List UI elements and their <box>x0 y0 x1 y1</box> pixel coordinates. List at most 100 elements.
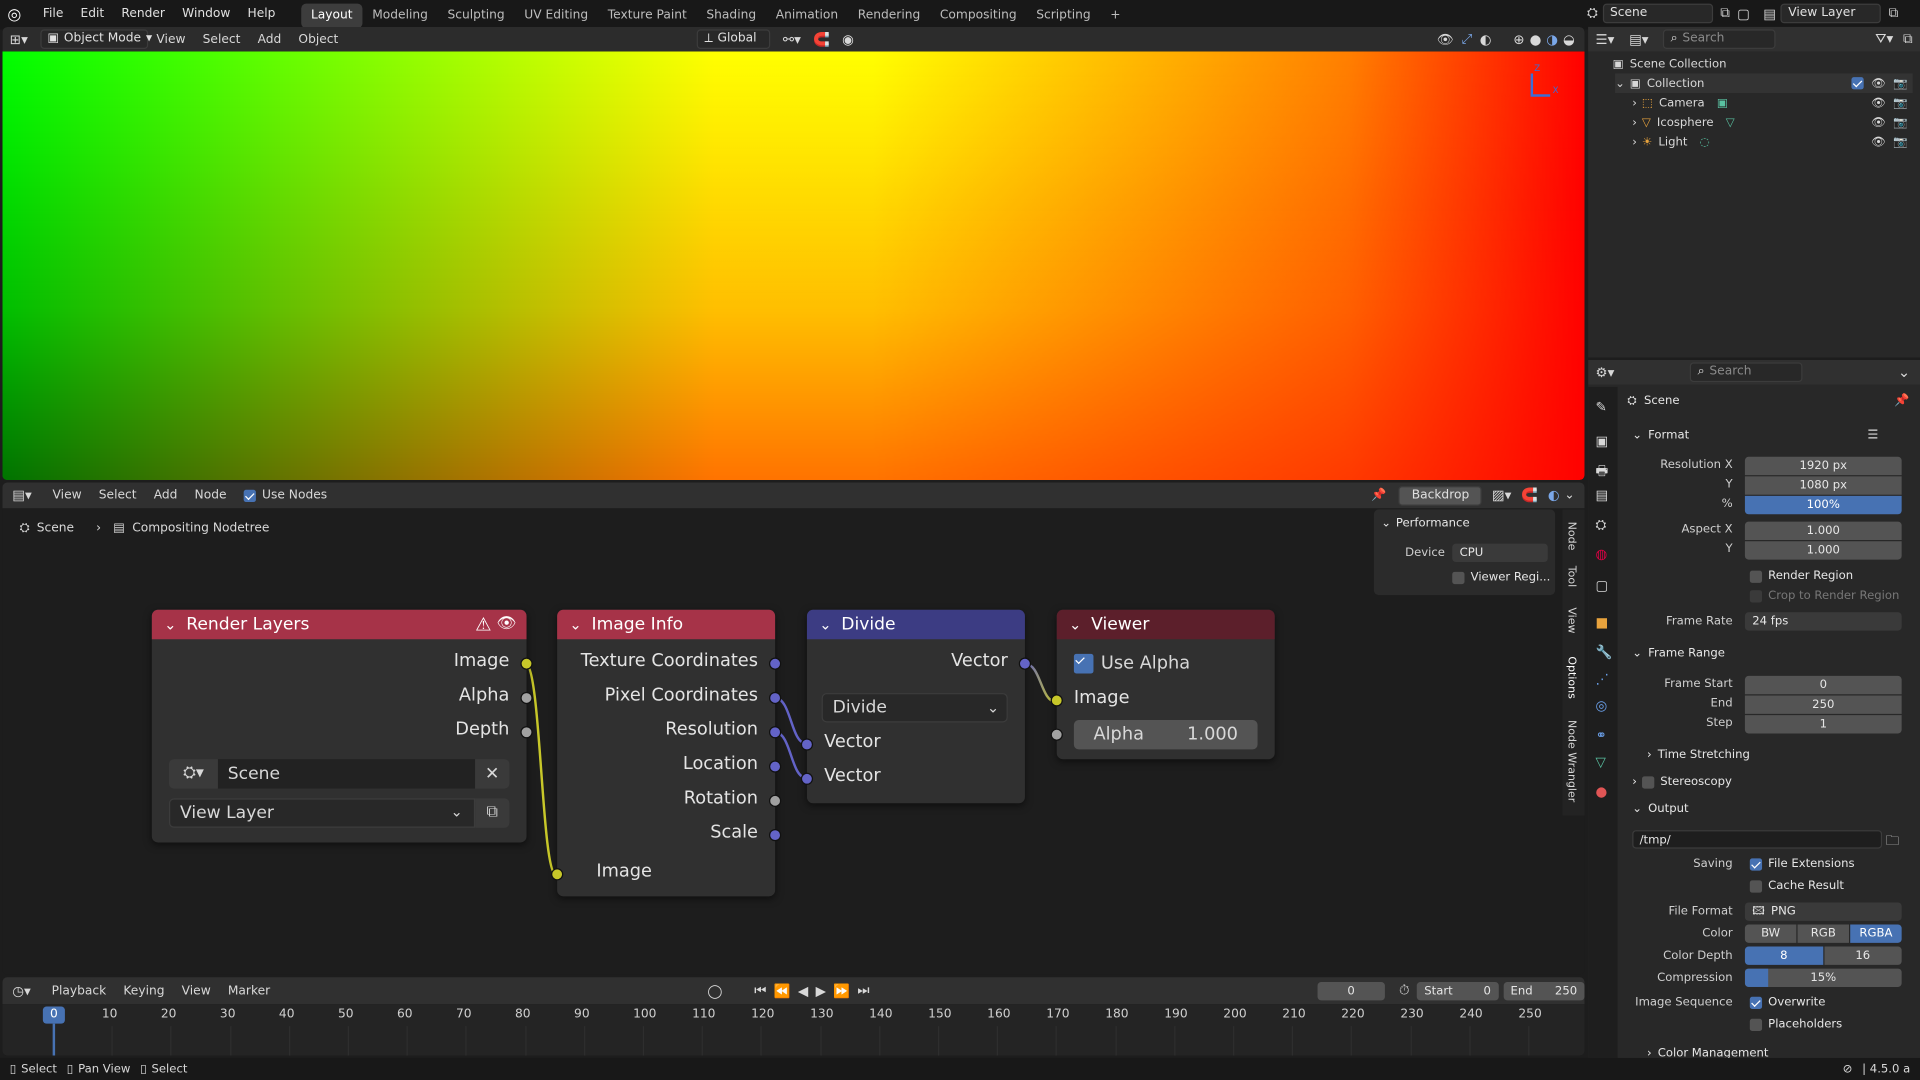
frame-start-field[interactable]: 0 <box>1744 675 1902 695</box>
timeline-menu-view[interactable]: View <box>173 978 219 1004</box>
prev-keyframe-icon[interactable]: ⏪ <box>774 983 791 999</box>
tab-modeling[interactable]: Modeling <box>362 4 437 28</box>
cache-result-box[interactable] <box>1749 879 1763 893</box>
divide-header[interactable]: ⌄ Divide <box>806 609 1025 640</box>
stopwatch-icon[interactable]: ⏱ <box>1399 982 1410 999</box>
ii-resolution-socket[interactable] <box>768 726 782 739</box>
camera-render-icon[interactable]: 📷 <box>1893 116 1908 129</box>
camera-render-icon[interactable]: 📷 <box>1893 96 1908 109</box>
outliner-object-camera[interactable]: › ⬚ Camera ▣ 👁 📷 <box>1632 93 1912 113</box>
object-tab-icon[interactable]: ■ <box>1596 615 1609 631</box>
properties-search-input[interactable]: ⌕ Search <box>1690 362 1803 383</box>
menu-help[interactable]: Help <box>239 0 284 29</box>
new-view-layer-icon[interactable]: ⧉ <box>1889 5 1899 22</box>
editor-type-icon[interactable]: ⊞▾ <box>10 31 28 47</box>
compression-slider[interactable]: 15% <box>1744 968 1902 987</box>
overlay-icon[interactable]: ◐ <box>1480 31 1492 47</box>
color-bw-button[interactable]: BW <box>1744 924 1797 943</box>
modifier-tab-icon[interactable]: 🔧 <box>1596 644 1613 660</box>
tab-animation[interactable]: Animation <box>766 4 848 28</box>
current-frame-field[interactable]: 0 <box>1317 981 1385 1000</box>
display-mode-icon[interactable]: ▤▾ <box>1629 31 1648 47</box>
divide-output-socket[interactable] <box>1018 657 1032 670</box>
use-alpha-checkbox[interactable]: Use Alpha <box>1073 653 1190 674</box>
image-info-header[interactable]: ⌄ Image Info <box>557 609 776 640</box>
rl-scene-name[interactable]: Scene <box>217 759 476 789</box>
jump-end-icon[interactable]: ⏭ <box>857 982 869 999</box>
image-info-node[interactable]: ⌄ Image Info Texture Coordinates Pixel C… <box>551 609 782 897</box>
resolution-y-field[interactable]: 1080 px <box>1744 476 1902 495</box>
depth-8-button[interactable]: 8 <box>1744 946 1823 965</box>
output-tab-icon[interactable]: 🖶 <box>1596 460 1609 483</box>
filter-icon[interactable]: ⛛▾ <box>1875 31 1893 48</box>
viewer-alpha-socket[interactable] <box>1050 728 1063 741</box>
crop-region-box[interactable] <box>1749 589 1763 602</box>
divide-node[interactable]: ⌄ Divide Vector Divide ⌄ Vector Vector <box>800 609 1032 804</box>
viewport-menu-object[interactable]: Object <box>290 27 347 52</box>
eye-icon[interactable]: 👁 <box>1871 116 1886 129</box>
axis-gizmo[interactable]: Z X <box>1528 64 1560 97</box>
ii-scale-socket[interactable] <box>768 828 782 842</box>
stereoscopy-checkbox[interactable] <box>1641 775 1655 788</box>
tab-sculpting[interactable]: Sculpting <box>438 4 515 28</box>
tab-uv-editing[interactable]: UV Editing <box>515 4 598 28</box>
record-icon[interactable]: ◯ <box>707 983 722 999</box>
playhead-marker[interactable]: 0 <box>42 1006 65 1024</box>
collapse-chevron-icon[interactable]: ⌄ <box>569 610 581 639</box>
ii-pixel-coords-socket[interactable] <box>768 691 782 705</box>
shading-solid-icon[interactable]: ● <box>1530 31 1542 47</box>
resolution-x-field[interactable]: 1920 px <box>1744 456 1902 476</box>
ii-image-input-socket[interactable] <box>551 868 564 881</box>
expand-chevron-icon[interactable]: › <box>1632 135 1637 148</box>
resolution-pct-field[interactable]: 100% <box>1744 495 1902 515</box>
presets-icon[interactable]: ☰ <box>1867 429 1878 442</box>
scene-tab-icon[interactable]: ⛭ <box>1596 517 1607 534</box>
timeline-menu-marker[interactable]: Marker <box>219 978 278 1004</box>
tab-shading[interactable]: Shading <box>697 4 766 28</box>
stereoscopy-section[interactable]: › Stereoscopy <box>1632 775 1732 788</box>
aspect-y-field[interactable]: 1.000 <box>1744 541 1902 560</box>
rl-view-layer-selector[interactable]: View Layer ⌄ ⧉ <box>168 798 510 828</box>
gizmo-icon[interactable]: ⤢ <box>1461 31 1472 48</box>
view-layer-selector[interactable]: View Layer <box>1780 3 1882 24</box>
viewer-node[interactable]: ⌄ Viewer Use Alpha Image Alpha 1.000 <box>1050 609 1275 760</box>
ii-rotation-socket[interactable] <box>768 794 782 807</box>
collapse-chevron-icon[interactable]: ⌄ <box>819 610 831 639</box>
blender-logo-icon[interactable]: ◎ <box>7 6 34 24</box>
output-section-header[interactable]: ⌄ Output <box>1632 802 1688 815</box>
eye-icon[interactable]: 👁 <box>1871 96 1886 109</box>
timeline-type-icon[interactable]: ◷▾ <box>12 983 31 999</box>
orientation-dropdown[interactable]: ⟂ Global <box>697 29 771 49</box>
overwrite-checkbox[interactable]: Overwrite <box>1749 996 1825 1009</box>
frame-step-field[interactable]: 1 <box>1744 715 1902 734</box>
next-keyframe-icon[interactable]: ⏩ <box>833 983 850 999</box>
output-path-field[interactable]: /tmp/ <box>1632 830 1883 849</box>
rl-image-socket[interactable] <box>520 657 533 670</box>
end-frame-field[interactable]: End 250 <box>1503 981 1585 1000</box>
pivot-icon[interactable]: ⚯▾ <box>783 31 801 47</box>
shading-rendered-icon[interactable]: ◒ <box>1563 31 1575 47</box>
file-format-dropdown[interactable]: 🖾 PNG <box>1744 902 1902 921</box>
object-mode-dropdown[interactable]: ▣ Object Mode ▾ <box>40 29 152 49</box>
properties-type-icon[interactable]: ⚙▾ <box>1596 364 1615 380</box>
file-extensions-checkbox[interactable]: File Extensions <box>1749 857 1855 871</box>
outliner-search-input[interactable]: ⌕ Search <box>1663 29 1776 49</box>
render-region-checkbox[interactable]: Render Region <box>1749 569 1853 583</box>
timeline-ruler[interactable]: 10 20 30 40 50 60 70 80 90 100 110 120 130 140 150 160 1… <box>2 1004 1585 1056</box>
particles-tab-icon[interactable]: ⋰ <box>1596 671 1609 687</box>
eye-icon[interactable]: 👁 <box>1871 77 1886 90</box>
menu-window[interactable]: Window <box>174 0 239 29</box>
render-tab-icon[interactable]: ▣ <box>1596 433 1609 449</box>
collapse-chevron-icon[interactable]: ⌄ <box>1069 610 1081 639</box>
data-tab-icon[interactable]: ▽ <box>1596 754 1606 770</box>
ii-location-socket[interactable] <box>768 760 782 773</box>
file-extensions-box[interactable] <box>1749 857 1763 871</box>
menu-render[interactable]: Render <box>113 0 174 29</box>
rl-view-layer-name[interactable]: View Layer <box>168 798 476 828</box>
rl-depth-socket[interactable] <box>520 726 533 739</box>
tab-rendering[interactable]: Rendering <box>848 4 930 28</box>
proportional-edit-icon[interactable]: ◉ <box>842 31 854 47</box>
play-icon[interactable]: ▶ <box>816 983 826 999</box>
timeline-menu-playback[interactable]: Playback <box>43 978 115 1004</box>
expand-chevron-icon[interactable]: ⌄ <box>1615 77 1625 90</box>
